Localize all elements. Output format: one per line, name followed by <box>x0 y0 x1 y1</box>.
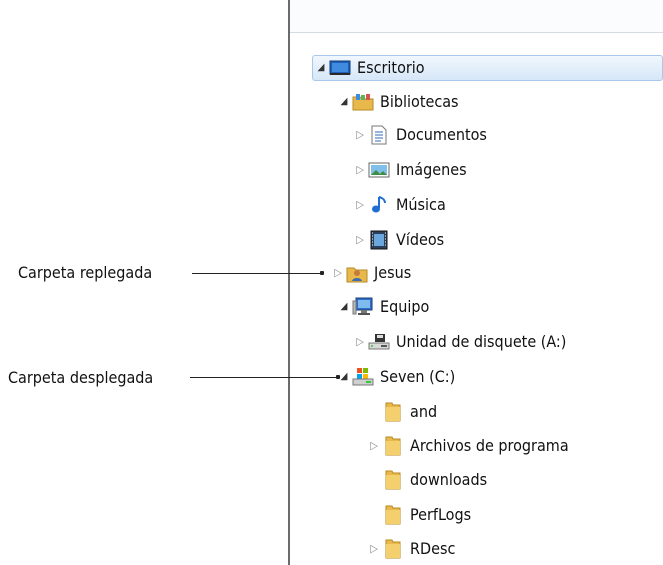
expanded-arrow-icon[interactable]: ◢ <box>336 89 352 115</box>
collapsed-arrow-icon[interactable]: ▷ <box>366 536 382 562</box>
tree-item-seven[interactable]: ◢ Seven (C:) <box>336 364 456 390</box>
tree-item-label: Seven (C:) <box>380 367 456 386</box>
videos-icon <box>368 230 390 250</box>
folder-icon <box>382 539 404 559</box>
pictures-icon <box>368 160 390 180</box>
tree-item-documentos[interactable]: ▷ Documentos <box>352 122 487 148</box>
tree-item-label: Unidad de disquete (A:) <box>396 332 567 351</box>
floppy-drive-icon <box>368 332 390 352</box>
tree-item-label: Documentos <box>396 125 487 144</box>
callout-carpeta-desplegada: Carpeta desplegada <box>8 368 154 387</box>
folder-icon <box>382 505 404 525</box>
tree-item-escritorio[interactable]: ◢ Escritorio <box>312 55 663 81</box>
collapsed-arrow-icon[interactable]: ▷ <box>352 329 368 355</box>
desktop-icon <box>329 58 351 78</box>
folder-icon <box>382 470 404 490</box>
tree-item-label: Escritorio <box>357 58 425 77</box>
tree-item-label: Vídeos <box>396 230 445 249</box>
no-expander <box>366 467 382 493</box>
tree-item-videos[interactable]: ▷ Vídeos <box>352 227 444 253</box>
no-expander <box>366 399 382 425</box>
callout-dot-expanded <box>336 375 340 379</box>
pane-header <box>290 0 663 33</box>
folder-icon <box>382 402 404 422</box>
tree-item-perflogs[interactable]: PerfLogs <box>366 502 471 528</box>
tree-item-label: Archivos de programa <box>410 436 569 455</box>
collapsed-arrow-icon[interactable]: ▷ <box>352 122 368 148</box>
tree-item-label: Equipo <box>380 297 430 316</box>
expanded-arrow-icon[interactable]: ◢ <box>313 55 329 81</box>
tree-item-musica[interactable]: ▷ Música <box>352 192 446 218</box>
collapsed-arrow-icon[interactable]: ▷ <box>366 433 382 459</box>
tree-item-and[interactable]: and <box>366 399 437 425</box>
tree-item-disquete[interactable]: ▷ Unidad de disquete (A:) <box>352 329 566 355</box>
collapsed-arrow-icon[interactable]: ▷ <box>352 192 368 218</box>
tree-item-label: and <box>410 402 438 421</box>
music-icon <box>368 195 390 215</box>
tree-item-imagenes[interactable]: ▷ Imágenes <box>352 157 467 183</box>
collapsed-arrow-icon[interactable]: ▷ <box>352 157 368 183</box>
tree-item-label: Imágenes <box>396 160 467 179</box>
callout-dot-collapsed <box>320 271 324 275</box>
tree-item-label: downloads <box>410 470 488 489</box>
collapsed-arrow-icon[interactable]: ▷ <box>330 260 346 286</box>
tree-item-downloads[interactable]: downloads <box>366 467 487 493</box>
tree-item-bibliotecas[interactable]: ◢ Bibliotecas <box>336 89 459 115</box>
callout-carpeta-replegada: Carpeta replegada <box>18 263 153 282</box>
tree-item-label: Música <box>396 195 446 214</box>
tree-item-label: RDesc <box>410 539 456 558</box>
tree-item-archivos-de-programa[interactable]: ▷ Archivos de programa <box>366 433 569 459</box>
no-expander <box>366 502 382 528</box>
tree-item-label: Bibliotecas <box>380 92 459 111</box>
tree-item-label: Jesus <box>374 263 412 282</box>
callout-line-collapsed <box>192 273 322 274</box>
expanded-arrow-icon[interactable]: ◢ <box>336 294 352 320</box>
libraries-icon <box>352 92 374 112</box>
system-drive-icon <box>352 367 374 387</box>
computer-icon <box>352 297 374 317</box>
folder-icon <box>382 436 404 456</box>
tree-item-label: PerfLogs <box>410 505 472 524</box>
user-folder-icon <box>346 263 368 283</box>
documents-icon <box>368 125 390 145</box>
tree-item-equipo[interactable]: ◢ Equipo <box>336 294 430 320</box>
tree-item-rdesc[interactable]: ▷ RDesc <box>366 536 455 562</box>
tree-item-jesus[interactable]: ▷ Jesus <box>330 260 411 286</box>
callout-line-expanded <box>190 377 338 378</box>
collapsed-arrow-icon[interactable]: ▷ <box>352 227 368 253</box>
